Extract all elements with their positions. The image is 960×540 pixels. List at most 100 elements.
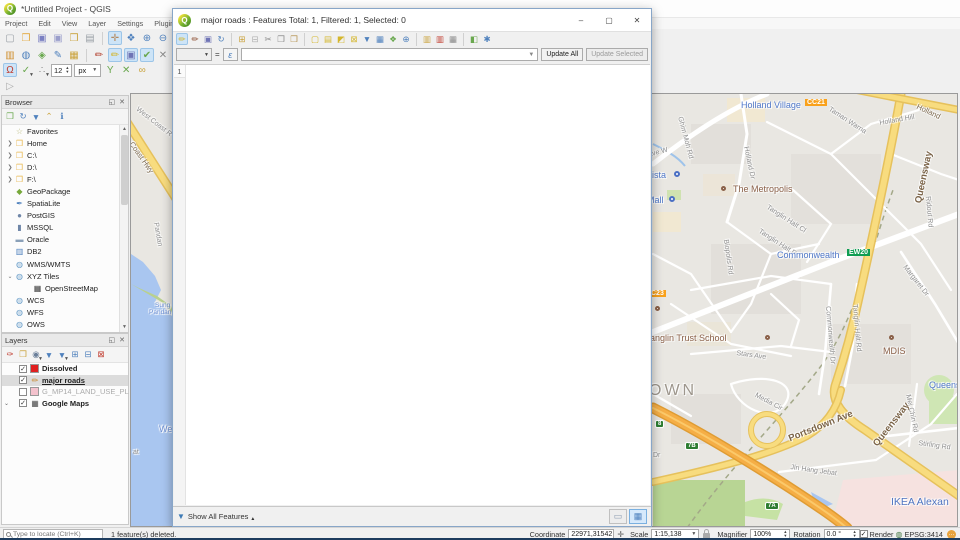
browser-item-mssql[interactable]: ▮MSSQL bbox=[2, 222, 128, 234]
browser-scrollbar[interactable]: ▲ ▼ bbox=[119, 125, 128, 332]
refresh-browser-icon[interactable]: ↻ bbox=[17, 111, 29, 123]
update-all-button[interactable]: Update All bbox=[541, 48, 583, 61]
dlg-select-by-expression-icon[interactable]: ▢ bbox=[309, 33, 321, 45]
dlg-multi-edit-icon[interactable]: ✏ bbox=[189, 33, 201, 45]
menu-edit[interactable]: Edit bbox=[38, 19, 50, 28]
scroll-thumb[interactable] bbox=[121, 135, 128, 205]
browser-item-drive-c[interactable]: ❯❒C:\ bbox=[2, 149, 128, 161]
layer-visibility-checkbox[interactable]: ✓ bbox=[19, 399, 27, 407]
menu-project[interactable]: Project bbox=[5, 19, 27, 28]
add-virtual-layer-icon[interactable]: ▦ bbox=[67, 48, 81, 62]
expression-epsilon-button[interactable]: ε bbox=[223, 48, 238, 61]
browser-item-xyz-tiles[interactable]: ⌄◍XYZ Tiles bbox=[2, 270, 128, 282]
value-combo[interactable]: ▼ bbox=[241, 48, 539, 61]
browser-item-wfs[interactable]: ◍WFS bbox=[2, 306, 128, 318]
layer-item-major-roads[interactable]: ✓✏major roads bbox=[2, 375, 128, 387]
layer-item-land-use[interactable]: G_MP14_LAND_USE_PL bbox=[2, 386, 128, 398]
browser-item-postgis[interactable]: ●PostGIS bbox=[2, 210, 128, 222]
layer-visibility-checkbox[interactable]: ✓ bbox=[19, 365, 27, 373]
expander-icon[interactable]: ⌄ bbox=[6, 273, 14, 280]
browser-item-home[interactable]: ❯❒Home bbox=[2, 137, 128, 149]
dlg-select-all-icon[interactable]: ▤ bbox=[322, 33, 334, 45]
dlg-reload-icon[interactable]: ↻ bbox=[215, 33, 227, 45]
browser-item-openstreetmap[interactable]: ▦OpenStreetMap bbox=[2, 282, 128, 294]
dialog-titlebar[interactable]: Q major roads : Features Total: 1, Filte… bbox=[173, 9, 651, 31]
dlg-filter-select-icon[interactable]: ▼ bbox=[361, 33, 373, 45]
browser-item-wms-wmts[interactable]: ◍WMS/WMTS bbox=[2, 258, 128, 270]
dlg-save-edits-icon[interactable]: ▣ bbox=[202, 33, 214, 45]
browser-item-geopackage[interactable]: ◆GeoPackage bbox=[2, 185, 128, 197]
dlg-move-selection-top-icon[interactable]: ▦ bbox=[374, 33, 386, 45]
expander-icon[interactable]: ❯ bbox=[6, 140, 14, 147]
menu-settings[interactable]: Settings bbox=[117, 19, 143, 28]
expander-icon[interactable]: ❯ bbox=[6, 176, 14, 183]
layers-dock-icon[interactable]: ◱ bbox=[109, 336, 116, 344]
browser-close-icon[interactable]: ✕ bbox=[119, 98, 125, 106]
zoom-in-icon[interactable]: ⊕ bbox=[140, 31, 154, 45]
table-view-button[interactable]: ▦ bbox=[629, 509, 647, 524]
layers-close-icon[interactable]: ✕ bbox=[119, 336, 125, 344]
advanced-digitize-3-icon[interactable]: ∞ bbox=[135, 63, 149, 77]
browser-item-oracle[interactable]: ▬Oracle bbox=[2, 234, 128, 246]
new-project-icon[interactable]: ▢ bbox=[3, 31, 17, 45]
magnifier-spin-icon[interactable]: ▲▼ bbox=[783, 530, 787, 538]
open-layer-styling-icon[interactable]: ✑ bbox=[4, 349, 16, 361]
snapping-unit-combo[interactable]: px ▼ bbox=[74, 64, 101, 77]
pan-to-selection-icon[interactable]: ❖ bbox=[124, 31, 138, 45]
browser-item-ows[interactable]: ◍OWS bbox=[2, 319, 128, 331]
row-number[interactable]: 1 bbox=[174, 65, 185, 78]
layer-item-google-maps[interactable]: ⌄✓▦Google Maps bbox=[2, 398, 128, 410]
filter-by-expression-icon[interactable]: ▼▼ bbox=[56, 349, 68, 361]
dialog-maximize-button[interactable]: ▢ bbox=[595, 9, 623, 31]
expander-icon[interactable]: ❯ bbox=[6, 164, 14, 171]
dlg-delete-field-icon[interactable]: ▥ bbox=[434, 33, 446, 45]
menu-view[interactable]: View bbox=[62, 19, 77, 28]
dlg-pan-to-selected-icon[interactable]: ❖ bbox=[387, 33, 399, 45]
add-group-icon[interactable]: ❒ bbox=[17, 349, 29, 361]
browser-item-drive-d[interactable]: ❯❒D:\ bbox=[2, 161, 128, 173]
dlg-new-field-icon[interactable]: ▥ bbox=[421, 33, 433, 45]
dlg-invert-selection-icon[interactable]: ◩ bbox=[335, 33, 347, 45]
advanced-digitize-1-icon[interactable]: Y bbox=[103, 63, 117, 77]
layer-expander-icon[interactable]: ⌄ bbox=[4, 400, 11, 407]
add-selected-layer-icon[interactable]: ❒ bbox=[4, 111, 16, 123]
dialog-minimize-button[interactable]: – bbox=[567, 9, 595, 31]
add-text-layer-icon[interactable]: ✎ bbox=[51, 48, 65, 62]
layer-visibility-checkbox[interactable]: ✓ bbox=[19, 376, 27, 384]
dlg-copy-icon[interactable]: ❐ bbox=[275, 33, 287, 45]
add-vector-layer-icon[interactable]: ◍ bbox=[19, 48, 33, 62]
spinbox-arrows-icon[interactable]: ▲▼ bbox=[65, 66, 69, 74]
toggle-editing-icon[interactable]: ✏ bbox=[108, 48, 122, 62]
browser-item-wcs[interactable]: ◍WCS bbox=[2, 294, 128, 306]
filter-legend-icon[interactable]: ▼ bbox=[43, 349, 55, 361]
dialog-close-button[interactable]: ✕ bbox=[623, 9, 651, 31]
browser-properties-icon[interactable]: ℹ bbox=[56, 111, 68, 123]
scroll-down-icon[interactable]: ▼ bbox=[120, 323, 128, 332]
browser-item-favorites[interactable]: ☆Favorites bbox=[2, 125, 128, 137]
pan-map-icon[interactable]: ✛ bbox=[108, 31, 122, 45]
manage-map-themes-icon[interactable]: ◉▼ bbox=[30, 349, 42, 361]
new-print-layout-icon[interactable]: ❒ bbox=[67, 31, 81, 45]
dlg-deselect-all-icon[interactable]: ⊠ bbox=[348, 33, 360, 45]
render-checkbox[interactable]: ✓ bbox=[860, 530, 868, 538]
collapse-all-icon[interactable]: ⊟ bbox=[82, 349, 94, 361]
dlg-delete-selected-icon[interactable]: ⊟ bbox=[249, 33, 261, 45]
field-combo[interactable]: ▼ bbox=[176, 48, 212, 61]
browser-dock-icon[interactable]: ◱ bbox=[109, 98, 116, 106]
menu-layer[interactable]: Layer bbox=[88, 19, 106, 28]
dlg-table-settings-icon[interactable]: ✱ bbox=[481, 33, 493, 45]
browser-item-drive-f[interactable]: ❯❒F:\ bbox=[2, 173, 128, 185]
advanced-digitize-2-icon[interactable]: ✕ bbox=[119, 63, 133, 77]
scroll-up-icon[interactable]: ▲ bbox=[120, 125, 128, 134]
save-project-as-icon[interactable]: ▣ bbox=[51, 31, 65, 45]
table-body[interactable] bbox=[186, 65, 650, 505]
dlg-field-calculator-icon[interactable]: ▦ bbox=[447, 33, 459, 45]
dlg-conditional-formatting-icon[interactable]: ◧ bbox=[468, 33, 480, 45]
dlg-paste-icon[interactable]: ❒ bbox=[288, 33, 300, 45]
current-edits-icon[interactable]: ✏ bbox=[92, 48, 106, 62]
dlg-cut-icon[interactable]: ✂ bbox=[262, 33, 274, 45]
snapping-tolerance-spinbox[interactable]: 12 ▲▼ bbox=[51, 64, 72, 77]
show-layout-manager-icon[interactable]: ▤ bbox=[83, 31, 97, 45]
attribute-table[interactable]: 1 bbox=[174, 64, 650, 505]
rotation-spin-icon[interactable]: ▲▼ bbox=[853, 530, 857, 538]
